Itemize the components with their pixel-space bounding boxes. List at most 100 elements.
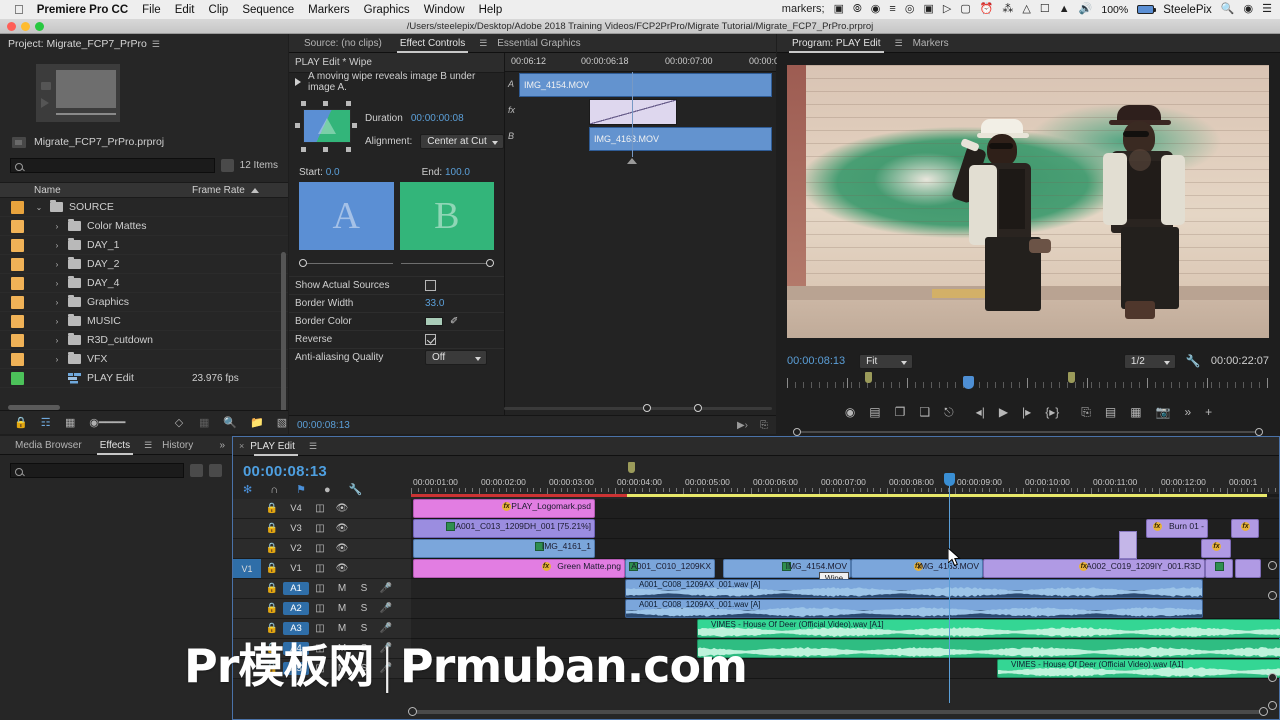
panel-menu-icon[interactable]: ☰ — [144, 440, 153, 451]
filter-bin-icon[interactable] — [221, 159, 234, 172]
volume-icon[interactable]: 🔊 — [1079, 4, 1093, 15]
project-row[interactable]: ⌄SOURCE — [0, 198, 288, 217]
extract-icon[interactable]: ❑ — [919, 406, 930, 418]
end-slider[interactable] — [401, 258, 495, 268]
border-color-swatch[interactable] — [425, 317, 443, 326]
zoom-slider-icon[interactable]: ◉━━━━ — [89, 417, 162, 429]
wipe-preview-thumbnail[interactable] — [303, 109, 351, 143]
ruler-marker-1[interactable] — [865, 372, 872, 383]
timeline-clip[interactable]: fx — [1231, 519, 1259, 538]
timeline-clip[interactable]: fx — [1201, 539, 1231, 558]
effect-property-checkbox[interactable] — [425, 334, 436, 345]
tab-markers[interactable]: Markers — [904, 34, 958, 53]
sync-lock-icon[interactable]: ◫ — [309, 583, 331, 594]
mini-clip-a[interactable]: IMG_4154.MOV — [519, 73, 772, 97]
wipe-handle-mr[interactable] — [352, 123, 357, 128]
alignment-dropdown[interactable]: Center at Cut — [420, 134, 503, 149]
track-target-V3[interactable] — [233, 519, 261, 538]
tab-history[interactable]: History — [153, 436, 202, 455]
eye-icon[interactable]: 👁 — [331, 503, 353, 514]
project-row[interactable]: ›Graphics — [0, 293, 288, 312]
user-name-label[interactable]: SteelePix — [1163, 4, 1212, 16]
battery-icon[interactable] — [1137, 5, 1154, 14]
sync-lock-icon[interactable]: ◫ — [309, 523, 331, 534]
wipe-handle-bl[interactable] — [301, 147, 306, 152]
timeline-clip[interactable] — [1205, 559, 1233, 578]
timeline-clip[interactable]: fxBurn 01 - — [1146, 519, 1208, 538]
track-header-A1[interactable]: 🔒A1◫MS🎤 — [233, 579, 411, 599]
timeline-clip[interactable]: A001_C010_1209KX — [625, 559, 715, 578]
anti-aliasing-dropdown[interactable]: Off — [425, 350, 487, 365]
timeline-audio-clip[interactable]: fxVIMES - House Of Deer (Official Video)… — [697, 619, 1280, 638]
timeline-horizontal-scrollbar[interactable] — [411, 707, 1265, 717]
eye-icon[interactable]: 👁 — [331, 543, 353, 554]
timeline-clip[interactable]: fxPLAY_Logomark.psd — [413, 499, 595, 518]
wrench-icon[interactable]: 🔧 — [1186, 354, 1201, 368]
program-zoom-scrollbar[interactable] — [795, 428, 1261, 436]
export-frame-icon[interactable]: ⎘ — [760, 420, 768, 431]
menu-sequence[interactable]: Sequence — [242, 4, 294, 16]
wipe-handle-tc[interactable] — [323, 101, 328, 106]
chevron-right-icon[interactable]: › — [52, 317, 62, 326]
solo-button-A1[interactable]: S — [353, 583, 375, 594]
tab-effect-controls[interactable]: Effect Controls — [391, 34, 474, 53]
add-marker-icon[interactable]: ● — [324, 485, 331, 496]
sync-lock-icon[interactable]: ◫ — [309, 543, 331, 554]
mini-transition-box[interactable] — [589, 99, 677, 125]
menu-window[interactable]: Window — [424, 4, 465, 16]
timeline-ruler[interactable]: 00:00:01:0000:00:02:0000:00:03:0000:00:0… — [411, 473, 1279, 495]
mute-button-A2[interactable]: M — [331, 603, 353, 614]
track-body-V1[interactable]: fxGreen Matte.pngA001_C010_1209KXIMG_415… — [411, 559, 1279, 579]
effect-controls-footer-timecode[interactable]: 00:00:08:13 — [297, 420, 350, 431]
linked-selection-icon[interactable]: ∩ — [270, 485, 278, 496]
timeline-audio-clip[interactable] — [697, 639, 1280, 658]
track-header-V1[interactable]: V1🔒V1◫👁 — [233, 559, 411, 579]
32bit-color-icon[interactable] — [209, 464, 222, 477]
microphone-icon[interactable]: 🎤 — [375, 583, 397, 594]
start-value[interactable]: 0.0 — [326, 167, 340, 178]
track-body-V3[interactable]: A001_C013_1209DH_001 [75.21%]fxBurn 01 -… — [411, 519, 1279, 539]
menu-clip[interactable]: Clip — [209, 4, 229, 16]
play-circle-icon[interactable]: ▷ — [943, 4, 951, 15]
project-row[interactable]: ›R3D_cutdown — [0, 331, 288, 350]
eject-icon[interactable]: ▲ — [1059, 4, 1070, 15]
play-in-to-out-icon[interactable]: ▶› — [737, 420, 748, 431]
lock-icon[interactable]: 🔒 — [261, 523, 283, 534]
end-value[interactable]: 100.0 — [445, 167, 470, 178]
markers-icon[interactable]: ⚑ — [296, 485, 306, 496]
chevron-right-icon[interactable] — [295, 78, 301, 86]
chevron-right-icon[interactable]: › — [52, 222, 62, 231]
timeline-vertical-scrollbar[interactable] — [1268, 505, 1277, 701]
track-target-A2[interactable] — [233, 599, 261, 618]
dropbox-icon[interactable]: ⦾ — [853, 4, 862, 15]
effect-property-checkbox[interactable] — [425, 280, 436, 291]
fx-badge-icon[interactable]: fx — [1241, 522, 1250, 531]
sync-lock-icon[interactable]: ◫ — [309, 563, 331, 574]
playback-resolution-dropdown[interactable]: 1/2 — [1124, 354, 1176, 369]
screen-record-icon[interactable]: markers; — [782, 4, 825, 15]
track-name-V1[interactable]: V1 — [283, 563, 309, 574]
timeline-playhead-timecode[interactable]: 00:00:08:13 — [243, 463, 327, 480]
fx-badge-icon[interactable]: fx — [502, 502, 511, 511]
mini-clip-b[interactable]: IMG_4163.MOV — [589, 127, 772, 151]
freeform-icon[interactable]: ◇ — [175, 417, 186, 429]
panel-menu-icon[interactable]: ☰ — [479, 38, 488, 49]
caret-up-icon[interactable] — [251, 188, 259, 193]
preview-image-a[interactable]: A — [299, 182, 394, 250]
mini-timeline-zoom-scrollbar[interactable] — [504, 404, 772, 412]
add-marker-icon[interactable]: ◉ — [845, 406, 855, 418]
app-name-menu[interactable]: Premiere Pro CC — [37, 4, 128, 16]
track-target-V2[interactable] — [233, 539, 261, 558]
track-target-V1[interactable]: V1 — [233, 559, 261, 578]
dragged-clip-ghost[interactable] — [1119, 531, 1137, 559]
safe-margins-icon[interactable]: ⎋ — [944, 406, 954, 418]
project-row[interactable]: ›MUSIC — [0, 312, 288, 331]
project-row[interactable]: ›VFX — [0, 350, 288, 369]
program-monitor-video[interactable] — [787, 65, 1269, 338]
program-playhead[interactable] — [963, 376, 974, 389]
monitor-share-icon[interactable]: ▣ — [923, 4, 933, 15]
timeline-clip[interactable]: fxGreen Matte.png — [413, 559, 625, 578]
track-name-V4[interactable]: V4 — [283, 503, 309, 514]
fx-badge-icon[interactable]: fx — [1212, 542, 1221, 551]
start-slider[interactable] — [299, 258, 393, 268]
